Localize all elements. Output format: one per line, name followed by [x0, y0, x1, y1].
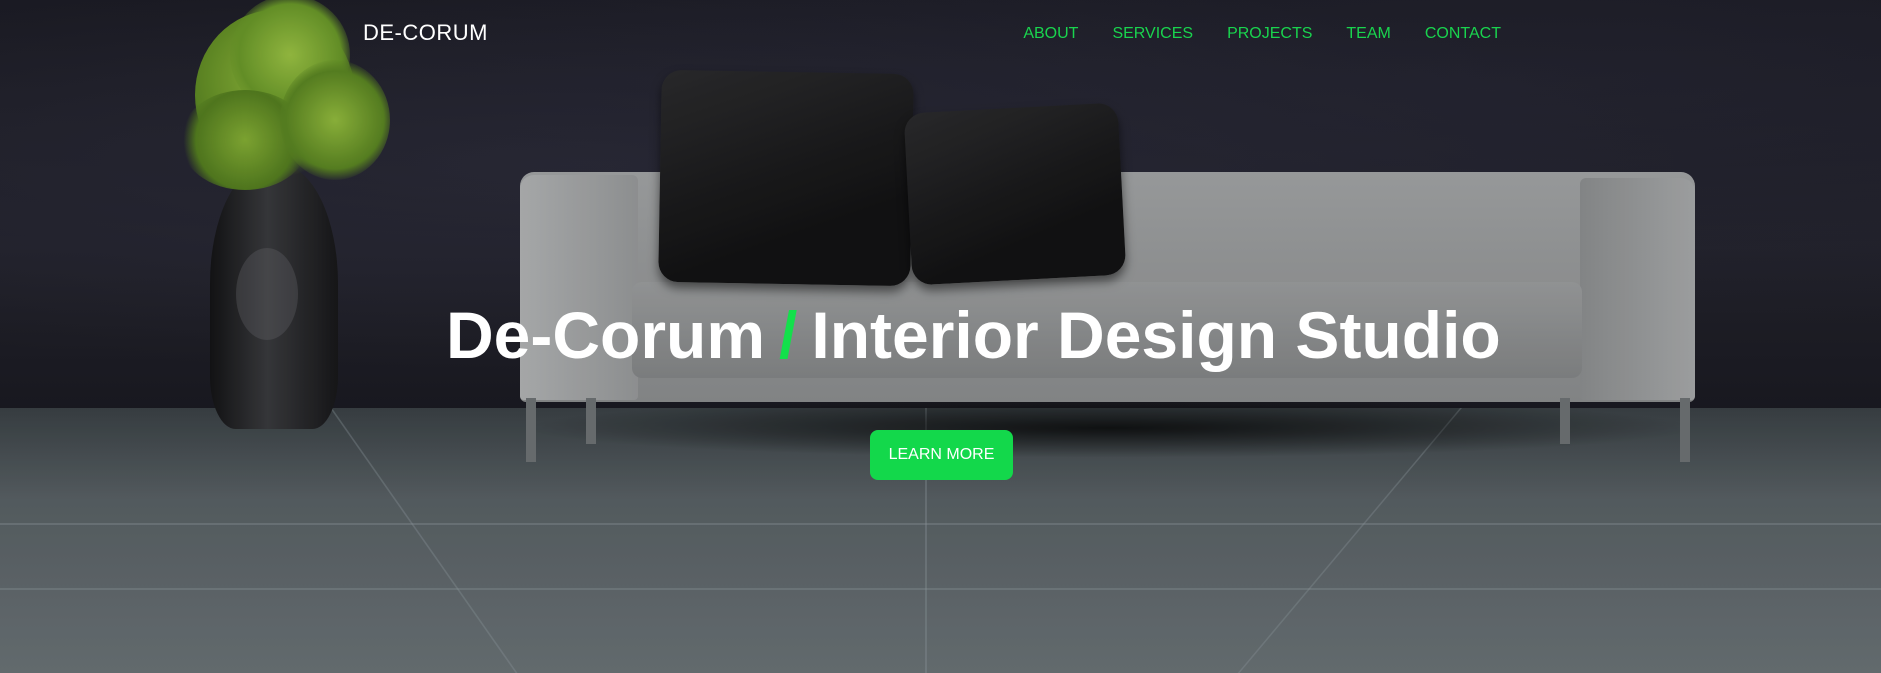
hero-title: De-Corum / Interior Design Studio — [446, 295, 1501, 375]
nav-item-team[interactable]: TEAM — [1346, 25, 1390, 43]
nav-item-projects[interactable]: PROJECTS — [1227, 25, 1312, 43]
hero-title-separator: / — [779, 298, 798, 372]
hero-title-tagline: Interior Design Studio — [811, 298, 1501, 372]
nav-item-contact[interactable]: CONTACT — [1425, 25, 1501, 43]
nav-item-about[interactable]: ABOUT — [1023, 25, 1078, 43]
hero-section: DE-CORUM ABOUT SERVICES PROJECTS TEAM CO… — [0, 0, 1881, 673]
learn-more-button[interactable]: LEARN MORE — [870, 430, 1013, 480]
brand-logo[interactable]: DE-CORUM — [363, 20, 488, 46]
hero-title-brand: De-Corum — [446, 298, 766, 372]
nav-item-services[interactable]: SERVICES — [1112, 25, 1193, 43]
main-nav: ABOUT SERVICES PROJECTS TEAM CONTACT — [989, 25, 1501, 43]
